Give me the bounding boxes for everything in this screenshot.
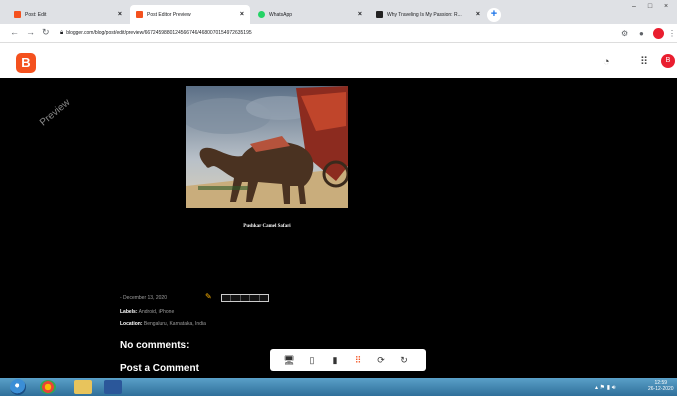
- tray-icons[interactable]: ▴ ⚑ ▮ 🔊︎: [595, 384, 615, 392]
- close-tab-icon[interactable]: ×: [118, 11, 122, 18]
- clock[interactable]: 12:59 26-12-2020: [648, 380, 674, 392]
- profile-icon[interactable]: [653, 28, 664, 39]
- share-twitter-icon[interactable]: [241, 295, 251, 301]
- tablet-icon[interactable]: ▯: [305, 354, 319, 366]
- maximize-icon[interactable]: □: [644, 3, 656, 11]
- blogger-logo-icon[interactable]: B: [16, 53, 36, 73]
- new-tab-icon[interactable]: +: [487, 8, 501, 22]
- share-buttons[interactable]: [221, 294, 269, 302]
- forward-icon[interactable]: →: [26, 27, 35, 37]
- share-pinterest-icon[interactable]: [260, 295, 268, 301]
- refresh-icon[interactable]: ↻: [397, 354, 411, 366]
- taskbar: ▴ ⚑ ▮ 🔊︎ 12:59 26-12-2020: [0, 378, 677, 396]
- share-facebook-icon[interactable]: [250, 295, 260, 301]
- explorer-taskbar-icon[interactable]: [74, 380, 92, 394]
- close-tab-icon[interactable]: ×: [240, 11, 244, 18]
- mobile-icon[interactable]: ▮: [328, 354, 342, 366]
- close-tab-icon[interactable]: ×: [476, 11, 480, 18]
- post-location: Location: Bengaluru, Karnataka, India: [120, 321, 206, 327]
- comments-heading: No comments:: [120, 340, 190, 351]
- post-comment-heading: Post a Comment: [120, 363, 199, 374]
- preview-content: Preview Pushkar Camel Safari - December …: [0, 78, 677, 378]
- blogger-favicon-icon: [136, 11, 143, 18]
- photo-caption: Pushkar Camel Safari: [243, 224, 291, 229]
- post-date: - December 13, 2020: [120, 295, 167, 301]
- desktop-icon[interactable]: 🖥︎: [282, 354, 296, 366]
- close-tab-icon[interactable]: ×: [358, 11, 362, 18]
- start-button-icon[interactable]: [10, 379, 26, 395]
- close-window-icon[interactable]: ×: [660, 3, 672, 11]
- edit-pencil-icon[interactable]: ✎: [205, 292, 212, 301]
- tab-post-edit[interactable]: Post: Edit ×: [8, 5, 128, 24]
- lock-icon: 🔒︎: [60, 30, 64, 36]
- blogger-header: B ◔ ⠿ B: [0, 43, 677, 78]
- browser-tab-strip: Post: Edit × Post Editor Preview × Whats…: [0, 0, 677, 24]
- tab-whatsapp[interactable]: WhatsApp ×: [252, 5, 368, 24]
- back-icon[interactable]: ←: [10, 27, 19, 37]
- post-labels: Labels: Android, iPhone: [120, 309, 175, 315]
- preview-device-toolbar: 🖥︎ ▯ ▮ ⠿ ⟳ ↻: [270, 349, 426, 371]
- rotate-icon[interactable]: ⟳: [374, 354, 388, 366]
- apps-grid-icon[interactable]: ⠿: [640, 56, 648, 68]
- preview-watermark: Preview: [38, 97, 73, 129]
- whatsapp-favicon-icon: [258, 11, 265, 18]
- blogger-favicon-icon: [14, 11, 21, 18]
- share-email-icon[interactable]: [222, 295, 232, 301]
- grid-icon[interactable]: ⠿: [351, 354, 365, 366]
- minimize-icon[interactable]: –: [628, 3, 640, 11]
- tab-why-traveling[interactable]: Why Traveling Is My Passion: R... ×: [370, 5, 486, 24]
- menu-dots-icon[interactable]: ⋮: [668, 29, 676, 38]
- share-blog-icon[interactable]: [231, 295, 241, 301]
- reload-icon[interactable]: ↻: [42, 27, 50, 38]
- camel-photo: [186, 86, 348, 208]
- settings-icon[interactable]: ⚙: [621, 29, 628, 38]
- browser-toolbar: ← → ↻ 🔒︎ blogger.com/blog/post/edit/previ…: [0, 24, 677, 43]
- help-icon[interactable]: ◔: [603, 56, 610, 68]
- extension-icon[interactable]: ●: [639, 29, 644, 38]
- word-taskbar-icon[interactable]: [104, 380, 122, 394]
- page-favicon-icon: [376, 11, 383, 18]
- address-bar[interactable]: 🔒︎ blogger.com/blog/post/edit/preview/667…: [60, 27, 600, 40]
- chrome-taskbar-icon[interactable]: [40, 380, 56, 394]
- avatar[interactable]: B: [661, 54, 675, 68]
- tab-post-editor-preview[interactable]: Post Editor Preview ×: [130, 5, 250, 24]
